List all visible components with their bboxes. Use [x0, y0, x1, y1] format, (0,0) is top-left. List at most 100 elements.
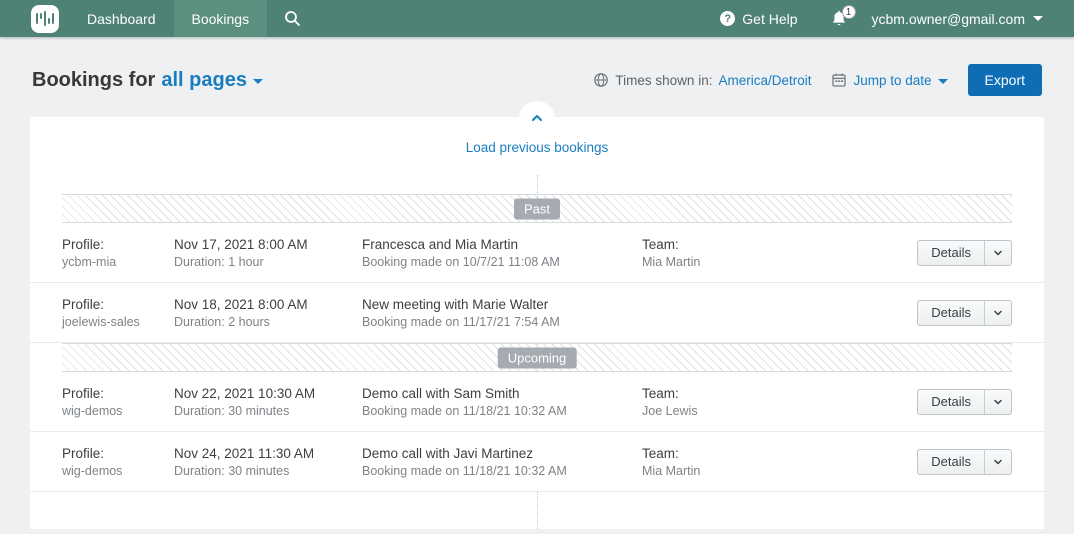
section-badge: Past — [513, 198, 561, 219]
team-value: Mia Martin — [642, 463, 701, 478]
title-cell: Demo call with Sam Smith Booking made on… — [362, 386, 642, 418]
booking-row: Profile: wig-demos Nov 22, 2021 10:30 AM… — [30, 372, 1044, 432]
nav-bookings[interactable]: Bookings — [173, 0, 268, 37]
team-cell: Team: Mia Martin — [642, 446, 917, 478]
booking-duration: Duration: 30 minutes — [174, 403, 290, 418]
profile-cell: Profile: wig-demos — [62, 386, 174, 418]
chevron-down-icon — [994, 459, 1002, 464]
chevron-down-icon — [994, 250, 1002, 255]
details-button[interactable]: Details — [917, 239, 1012, 266]
jump-to-date-control: Jump to date — [831, 72, 948, 88]
booking-made-on: Booking made on 11/18/21 10:32 AM — [362, 403, 567, 418]
get-help-label: Get Help — [742, 10, 798, 27]
export-button[interactable]: Export — [967, 64, 1042, 96]
question-mark-icon: ? — [720, 11, 736, 26]
section-divider-past: Past — [62, 194, 1012, 223]
scope-selector[interactable]: all pages — [161, 69, 263, 92]
when-cell: Nov 24, 2021 11:30 AM Duration: 30 minut… — [174, 446, 362, 478]
booking-datetime: Nov 22, 2021 10:30 AM — [174, 385, 316, 401]
search-icon[interactable] — [267, 0, 318, 37]
profile-label: Profile: — [62, 385, 105, 401]
when-cell: Nov 22, 2021 10:30 AM Duration: 30 minut… — [174, 386, 362, 418]
topbar: Dashboard Bookings ? Get Help 1 ycbm.own… — [0, 0, 1074, 37]
booking-row: Profile: joelewis-sales Nov 18, 2021 8:0… — [30, 283, 1044, 343]
booking-row: Profile: ycbm-mia Nov 17, 2021 8:00 AM D… — [30, 223, 1044, 283]
booking-title: New meeting with Marie Walter — [362, 296, 549, 312]
booking-title: Demo call with Javi Martinez — [362, 445, 534, 461]
details-expand-button[interactable] — [984, 449, 1011, 474]
booking-made-on: Booking made on 11/18/21 10:32 AM — [362, 463, 567, 478]
notifications-button[interactable]: 1 — [812, 0, 866, 37]
globe-icon — [594, 73, 609, 87]
profile-label: Profile: — [62, 445, 105, 461]
booking-datetime: Nov 18, 2021 8:00 AM — [174, 296, 308, 312]
chevron-up-icon — [532, 115, 542, 121]
profile-label: Profile: — [62, 296, 105, 312]
details-expand-button[interactable] — [984, 240, 1011, 265]
page-title: Bookings for all pages — [32, 69, 263, 92]
team-value: Mia Martin — [642, 254, 701, 269]
account-menu[interactable]: ycbm.owner@gmail.com — [866, 0, 1074, 37]
profile-value: ycbm-mia — [62, 254, 117, 269]
bookings-card: Load previous bookings Past Profile: ycb… — [30, 101, 1044, 529]
nav-dashboard[interactable]: Dashboard — [69, 0, 174, 37]
booking-datetime: Nov 24, 2021 11:30 AM — [174, 445, 315, 461]
when-cell: Nov 17, 2021 8:00 AM Duration: 1 hour — [174, 237, 362, 269]
jump-to-date-link[interactable]: Jump to date — [853, 72, 948, 88]
details-label: Details — [931, 394, 971, 409]
chevron-down-icon — [994, 399, 1002, 404]
booking-duration: Duration: 30 minutes — [174, 463, 290, 478]
profile-cell: Profile: joelewis-sales — [62, 297, 174, 329]
booking-duration: Duration: 2 hours — [174, 314, 270, 329]
profile-value: wig-demos — [62, 403, 123, 418]
page-header: Bookings for all pages Times shown in: A… — [0, 37, 1074, 96]
profile-value: joelewis-sales — [62, 314, 140, 329]
timezone-control: Times shown in: America/Detroit — [593, 72, 811, 88]
booking-title: Demo call with Sam Smith — [362, 385, 520, 401]
notification-badge: 1 — [841, 5, 856, 19]
chevron-down-icon — [994, 310, 1002, 315]
section-divider-upcoming: Upcoming — [62, 343, 1012, 372]
details-expand-button[interactable] — [984, 300, 1011, 325]
times-shown-label: Times shown in: — [615, 72, 713, 88]
app-logo[interactable] — [0, 0, 69, 37]
chevron-down-icon — [937, 79, 948, 84]
team-value: Joe Lewis — [642, 403, 698, 418]
details-label: Details — [931, 305, 971, 320]
page-title-prefix: Bookings for — [32, 68, 156, 91]
team-cell — [642, 311, 917, 314]
details-button[interactable]: Details — [917, 448, 1012, 475]
booking-row: Profile: wig-demos Nov 24, 2021 11:30 AM… — [30, 432, 1044, 492]
team-label: Team: — [642, 445, 679, 461]
chevron-down-icon — [1033, 16, 1043, 21]
details-button[interactable]: Details — [917, 299, 1012, 326]
details-label: Details — [931, 454, 971, 469]
title-cell: Francesca and Mia Martin Booking made on… — [362, 237, 642, 269]
collapse-notch[interactable] — [519, 101, 555, 135]
team-cell: Team: Joe Lewis — [642, 386, 917, 418]
section-badge: Upcoming — [497, 347, 577, 368]
team-label: Team: — [642, 236, 679, 252]
team-label: Team: — [642, 385, 679, 401]
header-controls: Times shown in: America/Detroit Jump to … — [593, 64, 1042, 96]
jump-to-date-label: Jump to date — [853, 72, 932, 88]
get-help-link[interactable]: ? Get Help — [706, 0, 811, 37]
details-button[interactable]: Details — [917, 388, 1012, 415]
calendar-icon — [832, 73, 847, 87]
details-expand-button[interactable] — [984, 389, 1011, 414]
team-cell: Team: Mia Martin — [642, 237, 917, 269]
booking-made-on: Booking made on 11/17/21 7:54 AM — [362, 314, 560, 329]
main-nav: Dashboard Bookings — [69, 0, 318, 37]
magnifier-glyph — [285, 11, 300, 26]
profile-label: Profile: — [62, 236, 105, 252]
profile-cell: Profile: ycbm-mia — [62, 237, 174, 269]
load-previous-link[interactable]: Load previous bookings — [457, 140, 617, 155]
booking-title: Francesca and Mia Martin — [362, 236, 519, 252]
chevron-down-icon — [252, 79, 263, 84]
ycbm-logo-icon — [31, 4, 59, 33]
when-cell: Nov 18, 2021 8:00 AM Duration: 2 hours — [174, 297, 362, 329]
details-label: Details — [931, 245, 971, 260]
timezone-link[interactable]: America/Detroit — [718, 73, 811, 88]
booking-datetime: Nov 17, 2021 8:00 AM — [174, 236, 308, 252]
